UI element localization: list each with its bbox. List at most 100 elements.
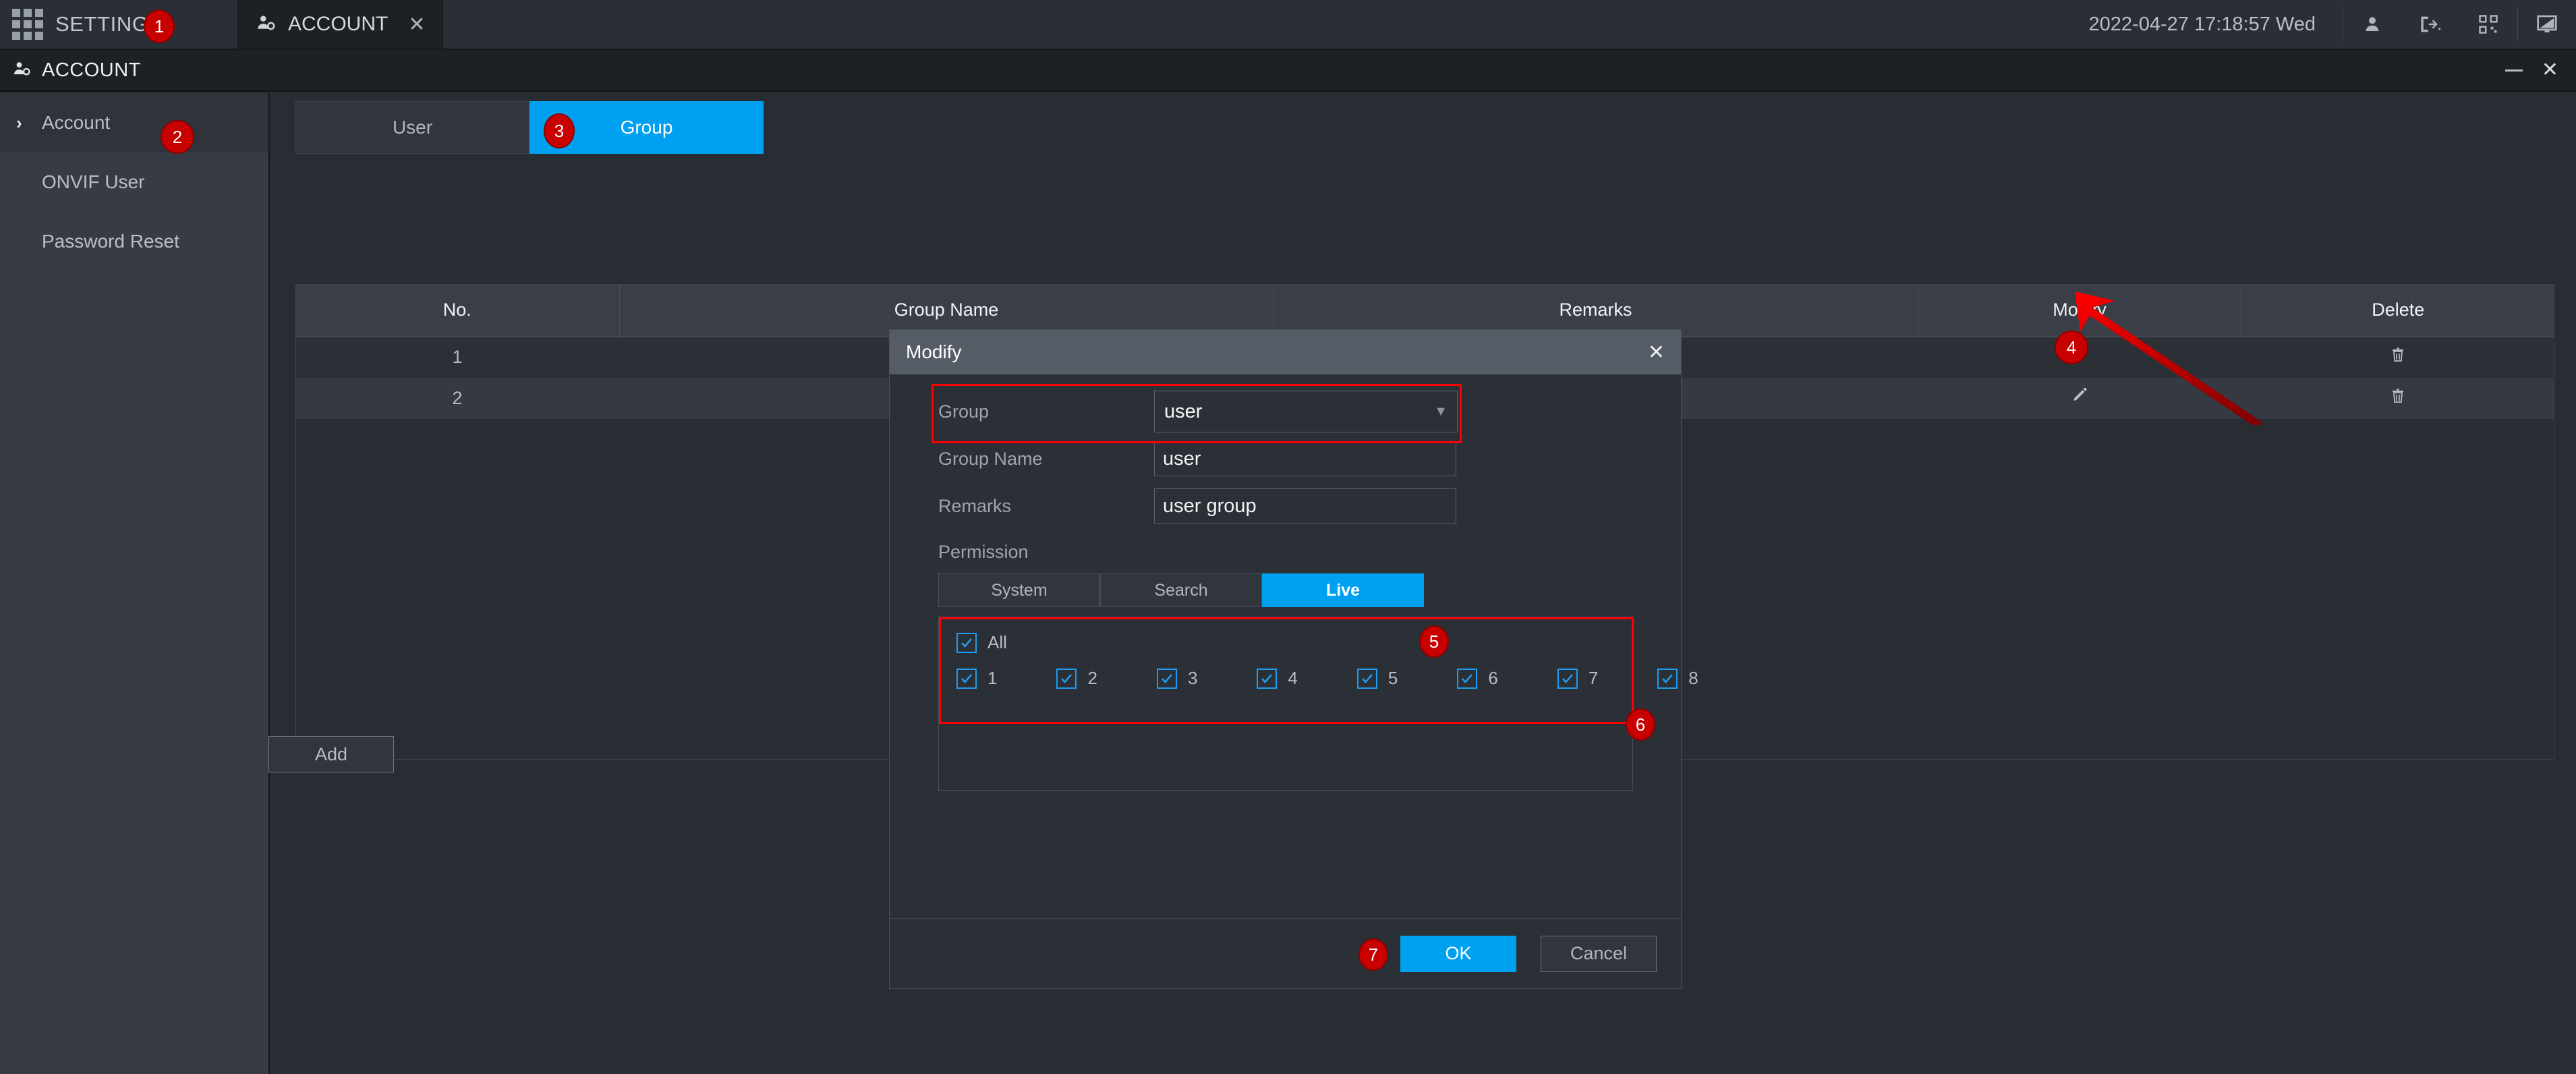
checkbox-item-4: 4 — [1257, 668, 1298, 689]
remarks-input[interactable] — [1154, 488, 1456, 524]
trash-icon — [2390, 389, 2406, 409]
network-qr-icon[interactable] — [2459, 0, 2517, 49]
step-badge-5: 5 — [1419, 625, 1449, 658]
remarks-label: Remarks — [938, 495, 1012, 516]
checkbox-channel-2[interactable] — [1056, 668, 1077, 689]
ok-button-label: OK — [1445, 943, 1472, 963]
column-header-modify: Modify — [1918, 284, 2242, 337]
group-select-value: user — [1164, 400, 1203, 422]
close-icon[interactable]: ✕ — [2542, 60, 2558, 80]
permission-tabs: System Search Live — [890, 573, 1681, 607]
sidebar-item-label: Account — [42, 112, 111, 133]
checkbox-channel-1[interactable] — [956, 668, 977, 689]
delete-button[interactable] — [2241, 337, 2554, 378]
dialog-header: Modify ✕ — [890, 330, 1681, 374]
step-badge-2: 2 — [161, 120, 194, 154]
checkbox-item-1: 1 — [956, 668, 997, 689]
page-header: ACCOUNT ✕ — [0, 50, 2576, 92]
sidebar-item-label: Password Reset — [42, 231, 179, 252]
checkbox-channel-3[interactable] — [1156, 668, 1177, 689]
chevron-right-icon: › — [16, 112, 22, 133]
top-bar: SETTING ACCOUNT ✕ 2022-04-27 17:18:57 We… — [0, 0, 2576, 50]
setting-label: SETTING — [55, 12, 149, 36]
checkbox-channel-8[interactable] — [1657, 668, 1678, 689]
step-badge-6: 6 — [1626, 708, 1655, 741]
group-name-input[interactable] — [1154, 441, 1456, 476]
tab-search-label: Search — [1154, 580, 1208, 600]
grid-apps-icon — [12, 9, 43, 40]
user-icon[interactable] — [2343, 0, 2401, 49]
checkbox-channel-1-label: 1 — [988, 668, 998, 688]
modify-button[interactable] — [1918, 378, 2241, 419]
checkbox-item-3: 3 — [1156, 668, 1198, 689]
tab-search[interactable]: Search — [1100, 573, 1262, 607]
tab-user-label: User — [392, 117, 433, 138]
display-icon[interactable] — [2518, 0, 2576, 49]
checkbox-channel-4[interactable] — [1257, 668, 1278, 689]
dialog-body: Group user ▼ Group Name Remarks Permissi… — [890, 374, 1698, 791]
permission-label: Permission — [938, 542, 1029, 562]
tab-system-label: System — [991, 580, 1048, 600]
sidebar-item-account[interactable]: › Account — [0, 93, 268, 152]
checkbox-channel-8-label: 8 — [1688, 668, 1698, 688]
checkbox-channel-row: 1 2 3 4 5 6 7 8 — [939, 653, 1698, 689]
tab-account-label: ACCOUNT — [288, 13, 389, 35]
modify-dialog: Modify ✕ Group user ▼ Group Name Remarks… — [889, 329, 1698, 989]
checkbox-channel-7-label: 7 — [1588, 668, 1599, 688]
group-label: Group — [938, 401, 990, 422]
user-gear-icon — [256, 13, 276, 36]
checkbox-channel-6[interactable] — [1457, 668, 1478, 689]
delete-button[interactable] — [2241, 378, 2554, 419]
cancel-button-label: Cancel — [1570, 943, 1628, 963]
app-launcher-button[interactable] — [0, 0, 55, 49]
tab-live[interactable]: Live — [1262, 573, 1424, 607]
field-group-name: Group Name — [890, 435, 1681, 482]
logout-icon[interactable] — [2401, 0, 2459, 49]
checkbox-channel-5[interactable] — [1356, 668, 1377, 689]
checkbox-channel-5-label: 5 — [1387, 668, 1398, 688]
column-header-delete: Delete — [2241, 284, 2554, 337]
checkbox-all[interactable] — [956, 632, 977, 653]
sidebar-item-password-reset[interactable]: Password Reset — [0, 212, 268, 271]
user-gear-icon — [12, 59, 31, 82]
checkbox-item-2: 2 — [1056, 668, 1097, 689]
trash-icon — [2390, 347, 2406, 368]
minimize-icon[interactable] — [2505, 69, 2523, 72]
tab-account[interactable]: ACCOUNT ✕ — [237, 0, 444, 49]
tab-user[interactable]: User — [295, 101, 529, 154]
permission-panel: All 1 2 3 4 5 6 7 8 — [938, 617, 1698, 791]
checkbox-all-label: All — [988, 632, 1007, 652]
step-badge-4: 4 — [2055, 331, 2088, 364]
topbar-right: 2022-04-27 17:18:57 Wed — [2062, 0, 2576, 49]
content-tabs: User Group — [295, 101, 2576, 154]
close-icon[interactable]: ✕ — [408, 13, 425, 36]
ok-button[interactable]: OK — [1400, 935, 1516, 972]
field-remarks: Remarks — [890, 482, 1681, 530]
cancel-button[interactable]: Cancel — [1541, 935, 1657, 972]
checkbox-channel-7[interactable] — [1557, 668, 1578, 689]
step-badge-3: 3 — [544, 113, 575, 148]
add-button[interactable]: Add — [268, 736, 394, 772]
group-select[interactable]: user ▼ — [1154, 391, 1458, 432]
checkbox-item-5: 5 — [1356, 668, 1398, 689]
checkbox-channel-6-label: 6 — [1488, 668, 1498, 688]
page-title: ACCOUNT — [42, 59, 141, 81]
checkbox-channel-3-label: 3 — [1187, 668, 1198, 688]
checkbox-channel-2-label: 2 — [1087, 668, 1097, 688]
close-icon[interactable]: ✕ — [1648, 341, 1665, 364]
checkbox-item-8: 8 — [1657, 668, 1698, 689]
checkbox-all-row: All — [939, 617, 1632, 653]
checkbox-item-7: 7 — [1557, 668, 1598, 689]
sidebar-item-label: ONVIF User — [42, 171, 145, 192]
tab-live-label: Live — [1325, 580, 1361, 600]
tab-system[interactable]: System — [938, 573, 1100, 607]
cell-no: 2 — [295, 378, 619, 419]
chevron-down-icon: ▼ — [1434, 403, 1448, 419]
step-badge-7: 7 — [1358, 938, 1388, 971]
window-controls: ✕ — [2505, 60, 2576, 80]
step-badge-1: 1 — [144, 9, 175, 43]
clock-label: 2022-04-27 17:18:57 Wed — [2062, 7, 2343, 41]
column-header-no: No. — [295, 284, 620, 337]
sidebar-item-onvif-user[interactable]: ONVIF User — [0, 152, 268, 212]
field-group: Group user ▼ — [890, 388, 1681, 435]
